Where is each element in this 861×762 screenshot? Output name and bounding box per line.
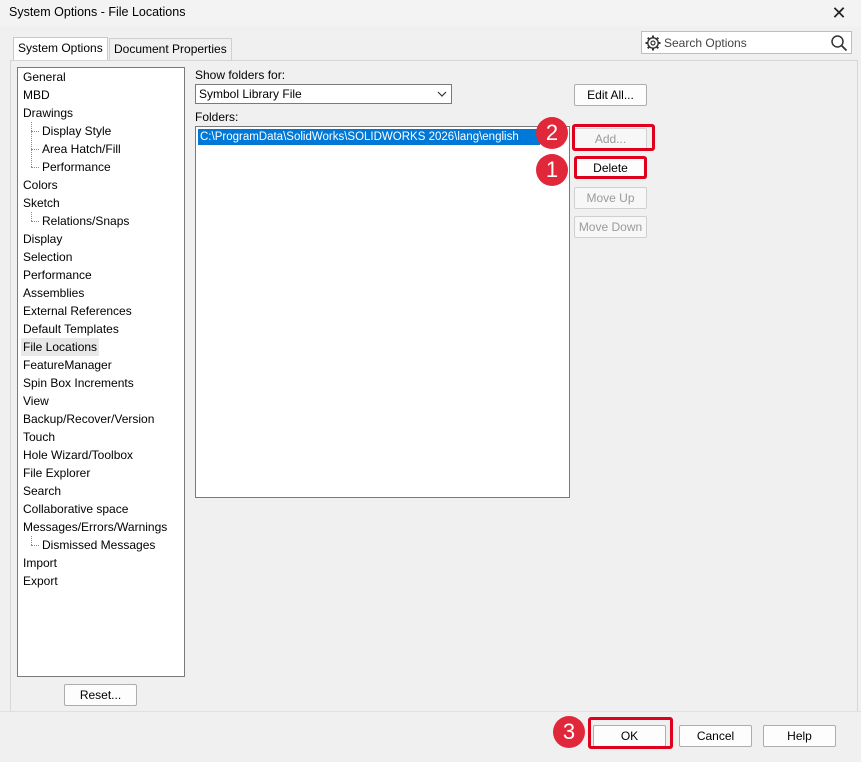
tree-guide [31, 122, 32, 167]
cancel-button[interactable]: Cancel [679, 725, 752, 747]
tree-item-display[interactable]: Display [23, 230, 62, 248]
highlight-delete [574, 156, 647, 179]
tree-guide [31, 131, 39, 132]
tree-item-collaborative-space[interactable]: Collaborative space [23, 500, 128, 518]
tree-item-mbd[interactable]: MBD [23, 86, 50, 104]
tree-item-file-explorer[interactable]: File Explorer [23, 464, 90, 482]
tree-item-dismissed-messages[interactable]: Dismissed Messages [42, 536, 155, 554]
move-down-button[interactable]: Move Down [574, 216, 647, 238]
tree-item-export[interactable]: Export [23, 572, 58, 590]
show-folders-dropdown[interactable]: Symbol Library File [195, 84, 452, 104]
tree-item-sketch[interactable]: Sketch [23, 194, 60, 212]
folders-label: Folders: [195, 110, 239, 124]
footer-separator [0, 711, 861, 712]
show-folders-value: Symbol Library File [199, 87, 302, 101]
tree-item-colors[interactable]: Colors [23, 176, 58, 194]
tab-system-options[interactable]: System Options [13, 37, 108, 61]
tree-item-messages-errors-warnings[interactable]: Messages/Errors/Warnings [23, 518, 167, 536]
close-icon: ✕ [831, 2, 847, 23]
gear-icon [645, 35, 661, 51]
tree-item-hole-wizard-toolbox[interactable]: Hole Wizard/Toolbox [23, 446, 133, 464]
tree-item-area-hatch-fill[interactable]: Area Hatch/Fill [42, 140, 121, 158]
tree-item-file-locations[interactable]: File Locations [21, 338, 100, 356]
tree-item-general[interactable]: General [23, 68, 66, 86]
tree-item-assemblies[interactable]: Assemblies [23, 284, 84, 302]
tree-guide [31, 536, 32, 545]
tree-item-drawings[interactable]: Drawings [23, 104, 73, 122]
search-options-box[interactable]: Search Options [641, 31, 852, 54]
magnifier-icon[interactable] [830, 34, 848, 52]
options-tree[interactable]: General MBD Drawings Display Style Area … [17, 67, 185, 677]
tree-item-external-references[interactable]: External References [23, 302, 132, 320]
tree-item-featuremanager[interactable]: FeatureManager [23, 356, 112, 374]
window-title: System Options - File Locations [9, 5, 186, 19]
tree-item-default-templates[interactable]: Default Templates [23, 320, 119, 338]
tree-item-selection[interactable]: Selection [23, 248, 72, 266]
tree-item-backup-recover-version[interactable]: Backup/Recover/Version [23, 410, 154, 428]
tree-item-spin-box-increments[interactable]: Spin Box Increments [23, 374, 134, 392]
tree-guide [31, 212, 32, 221]
tree-item-drawings-performance[interactable]: Performance [42, 158, 111, 176]
tree-item-display-style[interactable]: Display Style [42, 122, 111, 140]
reset-button[interactable]: Reset... [64, 684, 137, 706]
close-button[interactable]: ✕ [817, 0, 861, 26]
folder-row[interactable]: C:\ProgramData\SolidWorks\SOLIDWORKS 202… [198, 129, 540, 145]
chevron-down-icon [437, 91, 447, 97]
tree-item-search[interactable]: Search [23, 482, 61, 500]
tree-guide [31, 221, 39, 222]
show-folders-label: Show folders for: [195, 68, 286, 82]
highlight-ok [588, 717, 673, 749]
step-badge-3: 3 [553, 716, 585, 748]
tree-item-view[interactable]: View [23, 392, 49, 410]
tree-guide [31, 545, 39, 546]
tree-item-performance[interactable]: Performance [23, 266, 92, 284]
tree-item-import[interactable]: Import [23, 554, 57, 572]
help-button[interactable]: Help [763, 725, 836, 747]
tree-item-relations-snaps[interactable]: Relations/Snaps [42, 212, 129, 230]
highlight-add [572, 124, 655, 151]
edit-all-button[interactable]: Edit All... [574, 84, 647, 106]
tab-document-properties[interactable]: Document Properties [109, 38, 232, 60]
step-badge-1: 1 [536, 154, 568, 186]
search-placeholder: Search Options [664, 36, 747, 50]
tree-guide [31, 149, 39, 150]
step-badge-2: 2 [536, 117, 568, 149]
folders-list[interactable]: C:\ProgramData\SolidWorks\SOLIDWORKS 202… [195, 126, 570, 498]
tree-item-touch[interactable]: Touch [23, 428, 55, 446]
move-up-button[interactable]: Move Up [574, 187, 647, 209]
title-bar: System Options - File Locations ✕ [0, 0, 861, 26]
tree-guide [31, 167, 39, 168]
